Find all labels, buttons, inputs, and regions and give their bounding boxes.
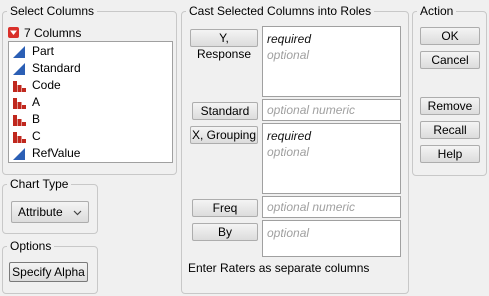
required-text: required (267, 129, 312, 143)
column-name: Part (32, 44, 55, 58)
select-columns-title: Select Columns (10, 4, 95, 18)
by-button[interactable]: By (192, 223, 258, 241)
remove-button[interactable]: Remove (420, 97, 480, 115)
column-name: A (32, 95, 41, 109)
options-title: Options (10, 239, 52, 253)
specify-alpha-button[interactable]: Specify Alpha (9, 262, 88, 282)
nominal-icon (13, 132, 26, 143)
y-response-field[interactable]: required optional (262, 26, 401, 97)
optional-text: optional (267, 145, 310, 159)
freq-field[interactable]: optional numeric (262, 196, 401, 218)
chevron-down-icon (73, 210, 82, 216)
raters-note: Enter Raters as separate columns (188, 261, 370, 275)
standard-field[interactable]: optional numeric (262, 99, 401, 121)
by-field[interactable]: optional (262, 220, 401, 257)
chart-type-dropdown[interactable]: Attribute (11, 201, 89, 223)
x-grouping-button[interactable]: X, Grouping (190, 126, 258, 144)
y-response-button[interactable]: Y, Response (190, 29, 258, 61)
standard-button[interactable]: Standard (192, 102, 258, 120)
chart-type-title: Chart Type (10, 177, 69, 191)
collapse-triangle-icon[interactable] (8, 27, 19, 38)
column-name: C (32, 129, 41, 143)
optional-text: optional (267, 48, 310, 62)
columns-header: 7 Columns (8, 26, 168, 40)
optional-numeric-text: optional numeric (267, 103, 356, 117)
optional-numeric-text: optional numeric (267, 200, 356, 214)
column-name: Standard (32, 61, 81, 75)
cast-roles-title: Cast Selected Columns into Roles (189, 4, 372, 18)
continuous-icon (13, 148, 25, 160)
help-button[interactable]: Help (420, 145, 480, 163)
continuous-icon (13, 63, 25, 75)
optional-text: optional (267, 226, 310, 240)
x-grouping-field[interactable]: required optional (262, 123, 401, 194)
chart-type-value: Attribute (18, 205, 63, 219)
cancel-button[interactable]: Cancel (420, 51, 480, 69)
column-name: RefValue (32, 146, 81, 160)
action-title: Action (420, 4, 454, 18)
ok-button[interactable]: OK (420, 27, 480, 45)
freq-button[interactable]: Freq (192, 199, 258, 217)
nominal-icon (13, 81, 26, 92)
recall-button[interactable]: Recall (420, 121, 480, 139)
continuous-icon (13, 46, 25, 58)
nominal-icon (13, 115, 26, 126)
column-name: B (32, 112, 41, 126)
column-name: Code (32, 78, 61, 92)
columns-list[interactable]: Part Standard Code A B C RefValue (8, 41, 173, 163)
required-text: required (267, 32, 312, 46)
nominal-icon (13, 98, 26, 109)
columns-count: 7 Columns (24, 26, 82, 40)
